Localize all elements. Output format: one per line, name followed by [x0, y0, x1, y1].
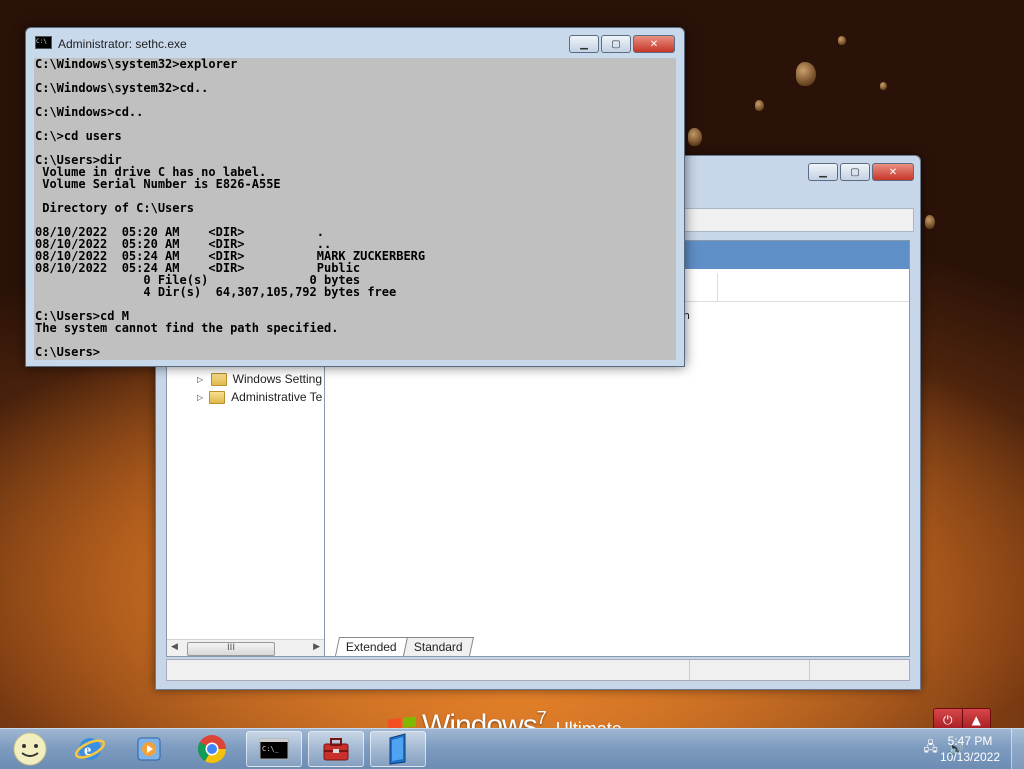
- power-arrow-icon[interactable]: ▲: [961, 709, 991, 728]
- tree-item-windows-settings[interactable]: ▷ Windows Setting: [197, 372, 322, 386]
- asteroid: [755, 100, 764, 111]
- asteroid: [838, 36, 846, 45]
- console-output[interactable]: C:\Windows\system32>explorer C:\Windows\…: [34, 58, 676, 360]
- power-options[interactable]: ⏻ ▲: [933, 708, 991, 728]
- power-icon[interactable]: ⏻: [934, 709, 962, 728]
- os-edition: Ultimate: [556, 718, 622, 728]
- chrome-icon: [198, 735, 226, 763]
- tab-standard[interactable]: Standard: [402, 637, 474, 656]
- asteroid: [796, 62, 816, 86]
- status-bar: [166, 659, 910, 681]
- os-brand: Windows7: [422, 708, 547, 728]
- svg-text:e: e: [84, 742, 91, 759]
- cmd-window-title: Administrator: sethc.exe: [58, 37, 187, 51]
- close-button[interactable]: ✕: [633, 35, 675, 53]
- windows-logo: Windows7 Ultimate: [388, 704, 622, 728]
- show-desktop-button[interactable]: [1011, 729, 1024, 769]
- expand-icon[interactable]: ▷: [197, 393, 203, 402]
- media-player-icon: [137, 737, 161, 761]
- internet-explorer-icon: e: [74, 738, 106, 760]
- folder-icon: [209, 390, 226, 404]
- toolbox-icon: [323, 738, 349, 761]
- maximize-button[interactable]: ▢: [601, 35, 631, 53]
- start-button[interactable]: [2, 731, 58, 767]
- taskbar-media-player[interactable]: [122, 731, 178, 767]
- tree-horizontal-scrollbar[interactable]: ◀ III ▶: [167, 639, 324, 656]
- folder-icon: [210, 372, 227, 386]
- command-prompt-icon: C:\_: [259, 738, 289, 760]
- taskbar-command-prompt[interactable]: C:\_: [246, 731, 302, 767]
- taskbar-app[interactable]: [370, 731, 426, 767]
- asteroid: [880, 82, 887, 90]
- clock-time: 5:47 PM: [947, 734, 993, 748]
- asteroid: [688, 128, 702, 146]
- blue-app-icon: [389, 733, 406, 765]
- taskbar-internet-explorer[interactable]: e: [62, 731, 118, 767]
- scroll-thumb[interactable]: III: [187, 642, 275, 656]
- expand-icon[interactable]: ▷: [197, 375, 205, 384]
- taskbar-mmc[interactable]: [308, 731, 364, 767]
- clock-date: 10/13/2022: [939, 750, 1001, 764]
- cmd-icon[interactable]: C:\: [35, 36, 52, 49]
- asteroid: [925, 215, 935, 229]
- windows-flag-icon: [388, 716, 416, 728]
- taskbar-chrome[interactable]: [184, 731, 240, 767]
- maximize-button[interactable]: ▢: [840, 163, 870, 181]
- taskbar-clock[interactable]: 5:47 PM 10/13/2022: [934, 733, 1006, 765]
- console-text: C:\Windows\system32>explorer C:\Windows\…: [35, 58, 426, 359]
- tab-extended[interactable]: Extended: [334, 637, 408, 656]
- cmd-window: C:\ Administrator: sethc.exe ▁ ▢ ✕ C:\Wi…: [25, 27, 685, 367]
- start-orb-icon[interactable]: [10, 731, 50, 767]
- minimize-button[interactable]: ▁: [569, 35, 599, 53]
- close-button[interactable]: ✕: [872, 163, 914, 181]
- svg-text:C:\_: C:\_: [262, 745, 280, 753]
- minimize-button[interactable]: ▁: [808, 163, 838, 181]
- tree-item-administrative-templates[interactable]: ▷ Administrative Te: [197, 390, 322, 404]
- taskbar: e C:\_ 🖧 🔊 5:47 PM 10/13/2022: [0, 728, 1024, 769]
- scroll-left-icon[interactable]: ◀: [171, 642, 178, 652]
- scroll-right-icon[interactable]: ▶: [313, 642, 320, 652]
- view-tabs: Extended Standard: [334, 636, 474, 656]
